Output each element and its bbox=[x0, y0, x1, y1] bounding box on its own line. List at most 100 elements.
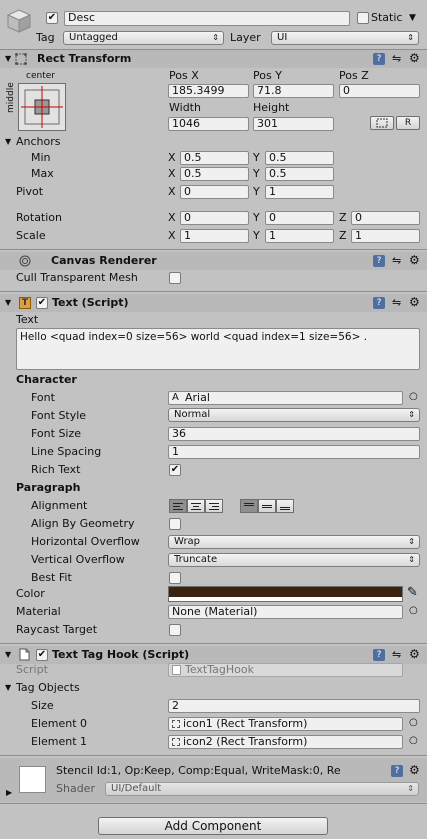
object-picker-icon[interactable]: ○ bbox=[409, 390, 418, 404]
gear-icon[interactable]: ⚙ bbox=[409, 647, 420, 661]
font-size-field[interactable]: 36 bbox=[168, 427, 420, 441]
gameobject-name-field[interactable]: Desc bbox=[64, 11, 350, 26]
element-1-field[interactable]: icon2 (Rect Transform) bbox=[168, 735, 403, 749]
anchors-min-y-field[interactable]: 0.5 bbox=[265, 151, 334, 165]
vertical-overflow-dropdown[interactable]: Truncate ⇕ bbox=[168, 553, 420, 567]
element-1-label: Element 1 bbox=[31, 735, 88, 748]
help-icon[interactable]: ? bbox=[373, 649, 385, 661]
foldout-arrow-icon[interactable]: ▼ bbox=[5, 296, 11, 310]
foldout-arrow-icon[interactable]: ▼ bbox=[5, 52, 11, 66]
element-0-field[interactable]: icon1 (Rect Transform) bbox=[168, 717, 403, 731]
gear-icon[interactable]: ⚙ bbox=[409, 51, 420, 65]
anchors-min-x-field[interactable]: 0.5 bbox=[180, 151, 249, 165]
align-right-button[interactable] bbox=[205, 499, 223, 513]
gear-icon[interactable]: ⚙ bbox=[409, 253, 420, 267]
tag-dropdown[interactable]: Untagged ⇕ bbox=[63, 31, 224, 45]
layer-dropdown[interactable]: UI ⇕ bbox=[271, 31, 419, 45]
rotation-x-field[interactable]: 0 bbox=[180, 211, 249, 225]
rotation-z-field[interactable]: 0 bbox=[351, 211, 420, 225]
gear-icon[interactable]: ⚙ bbox=[409, 295, 420, 309]
updown-arrow-icon: ⇕ bbox=[408, 410, 415, 419]
cull-transparent-mesh-checkbox[interactable] bbox=[169, 272, 181, 284]
line-spacing-field[interactable]: 1 bbox=[168, 445, 420, 459]
text-tag-hook-enabled-checkbox[interactable]: ✔ bbox=[36, 649, 48, 661]
static-checkbox[interactable] bbox=[357, 12, 369, 24]
help-icon[interactable]: ? bbox=[373, 53, 385, 65]
scale-y-field[interactable]: 1 bbox=[265, 229, 334, 243]
material-foldout-arrow-icon[interactable]: ▶ bbox=[6, 786, 12, 800]
anchors-foldout-arrow-icon[interactable]: ▼ bbox=[5, 135, 11, 149]
font-style-dropdown[interactable]: Normal ⇕ bbox=[168, 408, 420, 422]
align-by-geometry-checkbox[interactable] bbox=[169, 518, 181, 530]
gameobject-active-checkbox[interactable]: ✔ bbox=[46, 12, 58, 24]
foldout-arrow-icon[interactable]: ▼ bbox=[5, 648, 11, 662]
anchors-max-y-field[interactable]: 0.5 bbox=[265, 167, 334, 181]
object-picker-icon[interactable]: ○ bbox=[409, 716, 418, 730]
anchors-label: Anchors bbox=[16, 135, 61, 148]
align-left-button[interactable] bbox=[169, 499, 187, 513]
object-picker-icon[interactable]: ○ bbox=[409, 604, 418, 618]
raycast-target-label: Raycast Target bbox=[16, 623, 98, 636]
anchor-preset-middle-label: middle bbox=[6, 82, 16, 113]
preset-settings-icon[interactable]: ⇋ bbox=[392, 52, 401, 66]
preset-settings-icon[interactable]: ⇋ bbox=[392, 648, 401, 662]
gear-icon[interactable]: ⚙ bbox=[409, 763, 420, 777]
rotation-label: Rotation bbox=[16, 211, 63, 224]
tag-value: Untagged bbox=[69, 32, 118, 43]
horizontal-overflow-label: Horizontal Overflow bbox=[31, 535, 140, 548]
size-field[interactable]: 2 bbox=[168, 699, 420, 713]
rect-transform-title: Rect Transform bbox=[37, 52, 132, 65]
text-area[interactable]: Hello <quad index=0 size=56> world <quad… bbox=[16, 328, 420, 370]
pos-z-field[interactable]: 0 bbox=[339, 84, 420, 98]
rich-text-checkbox[interactable]: ✔ bbox=[169, 464, 181, 476]
raw-edit-button[interactable]: R bbox=[396, 116, 420, 130]
text-component-icon: T bbox=[19, 297, 31, 309]
align-middle-button[interactable] bbox=[258, 499, 276, 513]
x-label: X bbox=[168, 229, 176, 242]
align-top-button[interactable] bbox=[240, 499, 258, 513]
font-field[interactable]: A Arial bbox=[168, 391, 403, 405]
object-picker-icon[interactable]: ○ bbox=[409, 734, 418, 748]
height-label: Height bbox=[253, 101, 290, 114]
align-center-button[interactable] bbox=[187, 499, 205, 513]
shader-value: UI/Default bbox=[111, 783, 162, 794]
divider bbox=[0, 755, 427, 756]
pivot-y-field[interactable]: 1 bbox=[265, 185, 334, 199]
scale-x-field[interactable]: 1 bbox=[180, 229, 249, 243]
blueprint-mode-button[interactable] bbox=[370, 116, 394, 130]
rotation-y-field[interactable]: 0 bbox=[265, 211, 334, 225]
help-icon[interactable]: ? bbox=[391, 765, 403, 777]
horizontal-overflow-dropdown[interactable]: Wrap ⇕ bbox=[168, 535, 420, 549]
height-field[interactable]: 301 bbox=[253, 117, 334, 131]
preset-settings-icon[interactable]: ⇋ bbox=[392, 254, 401, 268]
shader-dropdown[interactable]: UI/Default ⇕ bbox=[105, 782, 419, 796]
tag-label: Tag bbox=[36, 31, 55, 44]
help-icon[interactable]: ? bbox=[373, 297, 385, 309]
width-field[interactable]: 1046 bbox=[168, 117, 249, 131]
material-label: Material bbox=[16, 605, 61, 618]
tag-objects-foldout-arrow-icon[interactable]: ▼ bbox=[5, 681, 11, 695]
script-file-icon bbox=[19, 648, 30, 661]
help-icon[interactable]: ? bbox=[373, 255, 385, 267]
cull-transparent-mesh-label: Cull Transparent Mesh bbox=[16, 271, 138, 284]
pos-y-field[interactable]: 71.8 bbox=[253, 84, 334, 98]
anchors-max-x-field[interactable]: 0.5 bbox=[180, 167, 249, 181]
align-bottom-button[interactable] bbox=[276, 499, 294, 513]
pos-x-field[interactable]: 185.3499 bbox=[168, 84, 249, 98]
pivot-x-field[interactable]: 0 bbox=[180, 185, 249, 199]
static-dropdown-arrow-icon[interactable]: ▼ bbox=[409, 11, 416, 25]
anchor-preset-button[interactable] bbox=[18, 83, 66, 131]
raycast-target-checkbox[interactable] bbox=[169, 624, 181, 636]
preset-settings-icon[interactable]: ⇋ bbox=[392, 296, 401, 310]
best-fit-checkbox[interactable] bbox=[169, 572, 181, 584]
color-swatch[interactable] bbox=[168, 586, 403, 602]
eyedropper-icon[interactable]: ✎ bbox=[407, 586, 418, 600]
y-label: Y bbox=[253, 151, 260, 164]
font-label: Font bbox=[31, 391, 55, 404]
scale-z-field[interactable]: 1 bbox=[351, 229, 420, 243]
material-field[interactable]: None (Material) bbox=[168, 605, 403, 619]
text-enabled-checkbox[interactable]: ✔ bbox=[36, 297, 48, 309]
paragraph-section-label: Paragraph bbox=[16, 481, 81, 494]
add-component-button[interactable]: Add Component bbox=[98, 817, 328, 835]
script-label: Script bbox=[16, 663, 48, 676]
